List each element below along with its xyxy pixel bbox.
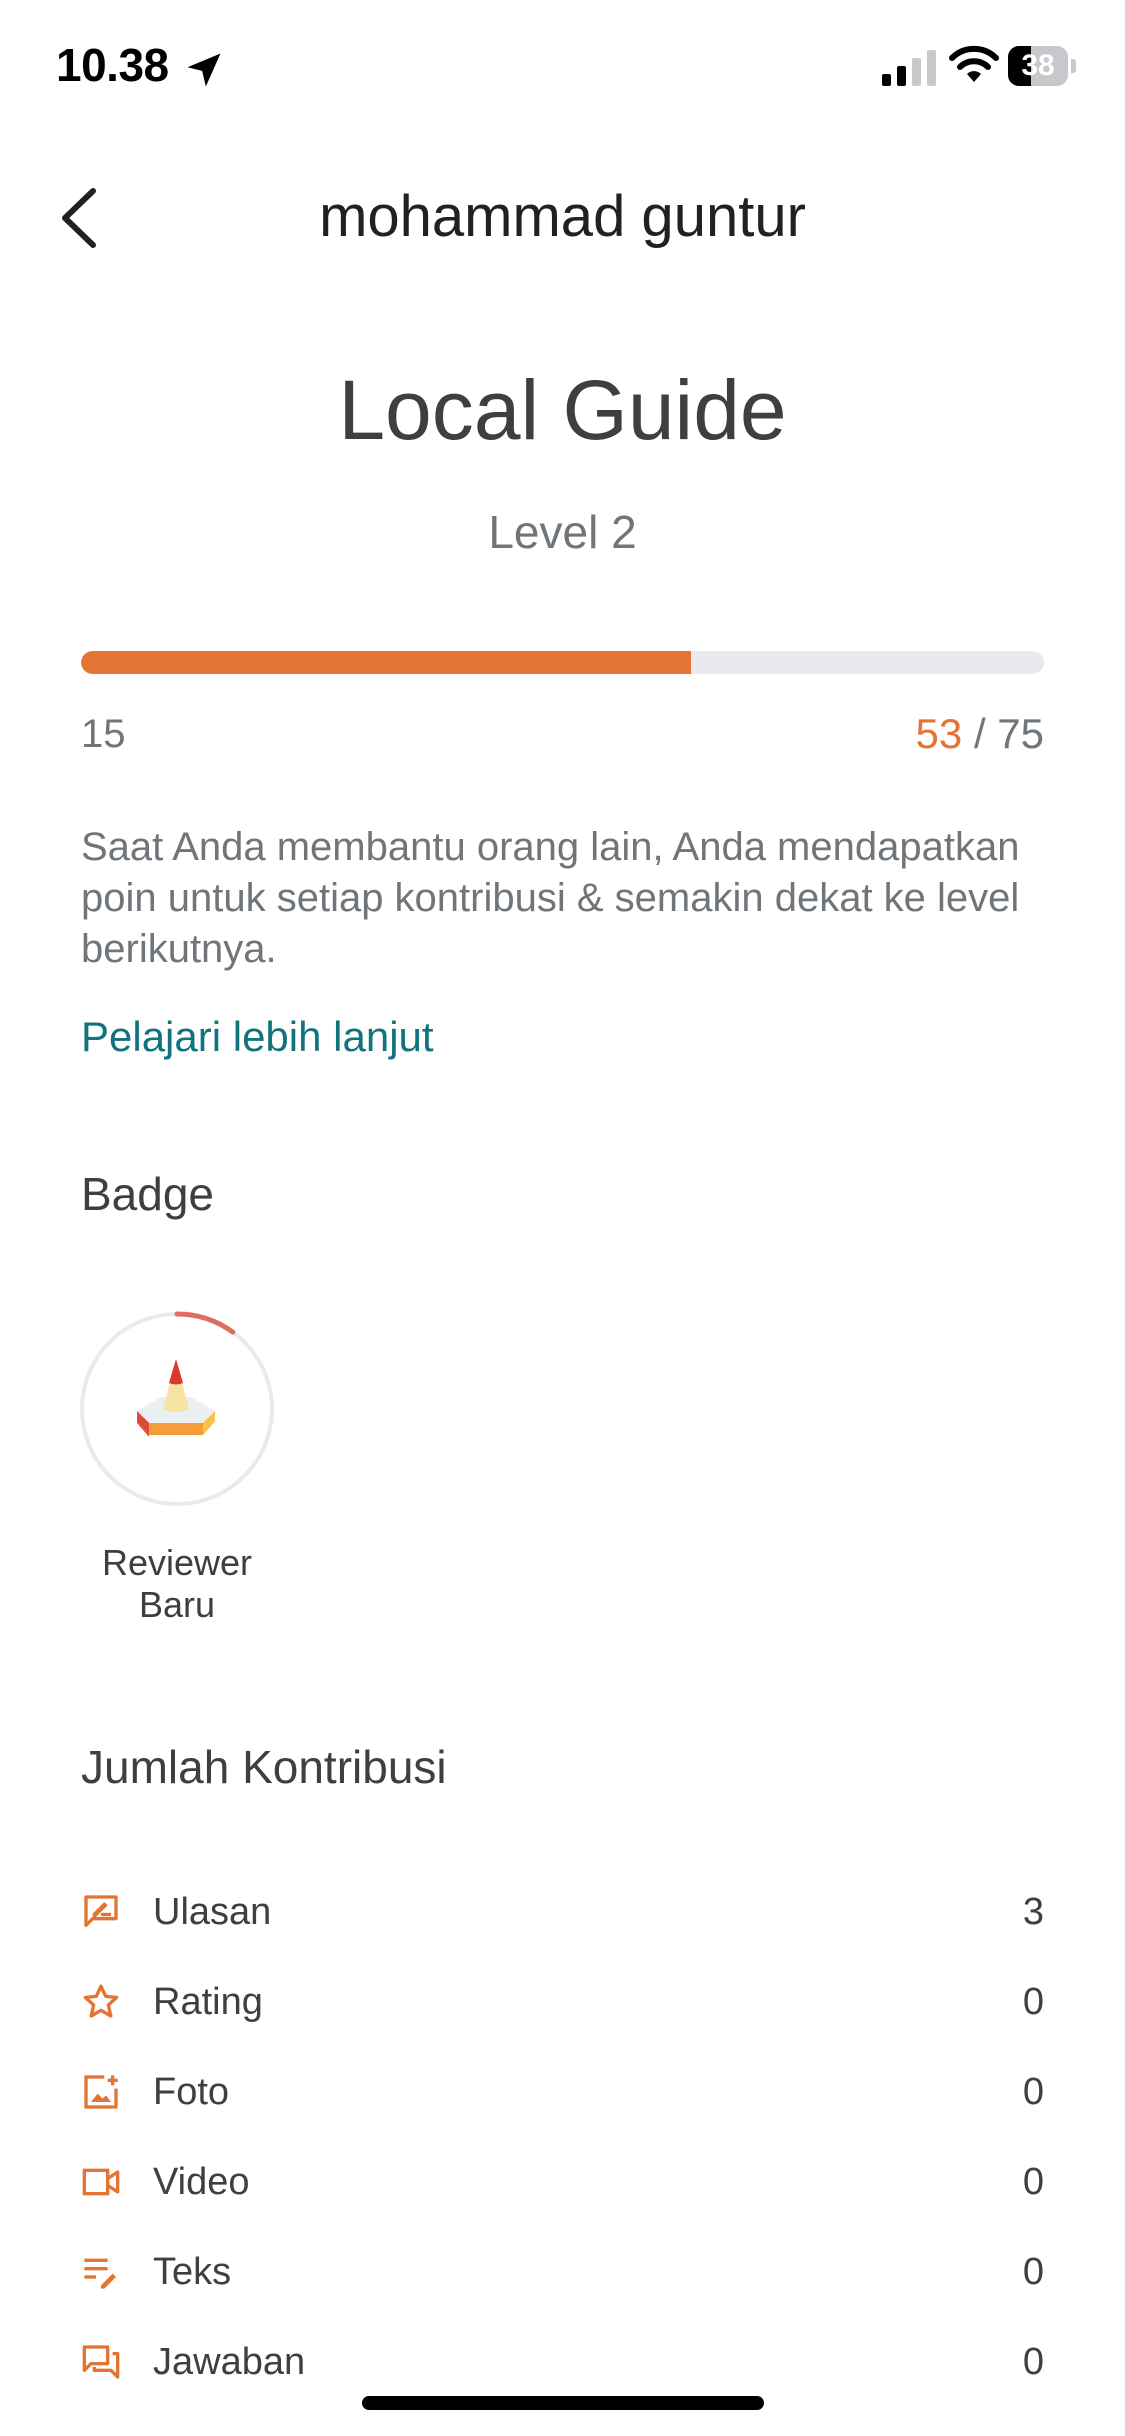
- level-progress-bar: [81, 651, 1044, 674]
- progress-min-points: 15: [81, 712, 126, 756]
- contribution-count: 0: [1022, 2340, 1044, 2383]
- contributions-section-title: Jumlah Kontribusi: [81, 1741, 447, 1793]
- contribution-row-teks[interactable]: Teks 0: [81, 2242, 1044, 2302]
- badge-progress-ring: [80, 1311, 274, 1506]
- contribution-row-foto[interactable]: Foto 0: [81, 2062, 1044, 2122]
- contribution-label: Teks: [153, 2250, 232, 2293]
- video-icon: [82, 2168, 120, 2196]
- battery-percentage: 38: [1021, 49, 1055, 82]
- answer-icon: [82, 2345, 120, 2379]
- text-edit-icon: [84, 2258, 116, 2289]
- page-title: Local Guide: [338, 363, 787, 457]
- contribution-row-video[interactable]: Video 0: [81, 2152, 1044, 2212]
- contribution-row-jawaban[interactable]: Jawaban 0: [81, 2332, 1044, 2392]
- contribution-label: Rating: [153, 1980, 263, 2023]
- progress-current-points: 53: [915, 710, 963, 757]
- battery-indicator: 38: [1008, 46, 1078, 88]
- progress-max-points: 75: [997, 710, 1044, 757]
- badge-section-title: Badge: [81, 1168, 215, 1220]
- contribution-row-rating[interactable]: Rating 0: [81, 1972, 1044, 2032]
- contribution-row-ulasan[interactable]: Ulasan 3: [81, 1882, 1044, 1942]
- contribution-count: 0: [1022, 2070, 1044, 2113]
- learn-more-link[interactable]: Pelajari lebih lanjut: [81, 1013, 434, 1061]
- level-label: Level 2: [488, 506, 637, 558]
- contribution-count: 0: [1022, 1980, 1044, 2023]
- contribution-label: Jawaban: [153, 2340, 306, 2383]
- level-description: Saat Anda membantu orang lain, Anda mend…: [81, 825, 1020, 971]
- location-arrow-icon: [187, 53, 221, 87]
- star-icon: [83, 1984, 119, 2018]
- progress-points: 53 / 75: [916, 710, 1044, 758]
- contribution-count: 0: [1022, 2160, 1044, 2203]
- wifi-icon: [949, 45, 999, 82]
- contribution-label: Video: [153, 2160, 250, 2203]
- badge-reviewer-baru[interactable]: [79, 1311, 275, 1507]
- progress-separator: /: [973, 710, 986, 757]
- level-progress-fill: [81, 651, 691, 674]
- status-time: 10.38: [56, 39, 169, 91]
- contribution-label: Ulasan: [153, 1890, 272, 1933]
- badge-label-line2: Baru: [138, 1584, 216, 1625]
- badge-label-line1: Reviewer: [101, 1542, 253, 1583]
- badge-label: Reviewer Baru: [60, 1542, 294, 1626]
- cellular-signal-icon: [882, 50, 936, 86]
- photo-add-icon: [84, 2075, 118, 2109]
- header-title: mohammad guntur: [319, 184, 806, 249]
- contribution-label: Foto: [153, 2070, 230, 2113]
- home-indicator[interactable]: [362, 2396, 764, 2410]
- contribution-count: 0: [1022, 2250, 1044, 2293]
- contribution-count: 3: [1022, 1890, 1044, 1933]
- review-icon: [84, 1895, 118, 1927]
